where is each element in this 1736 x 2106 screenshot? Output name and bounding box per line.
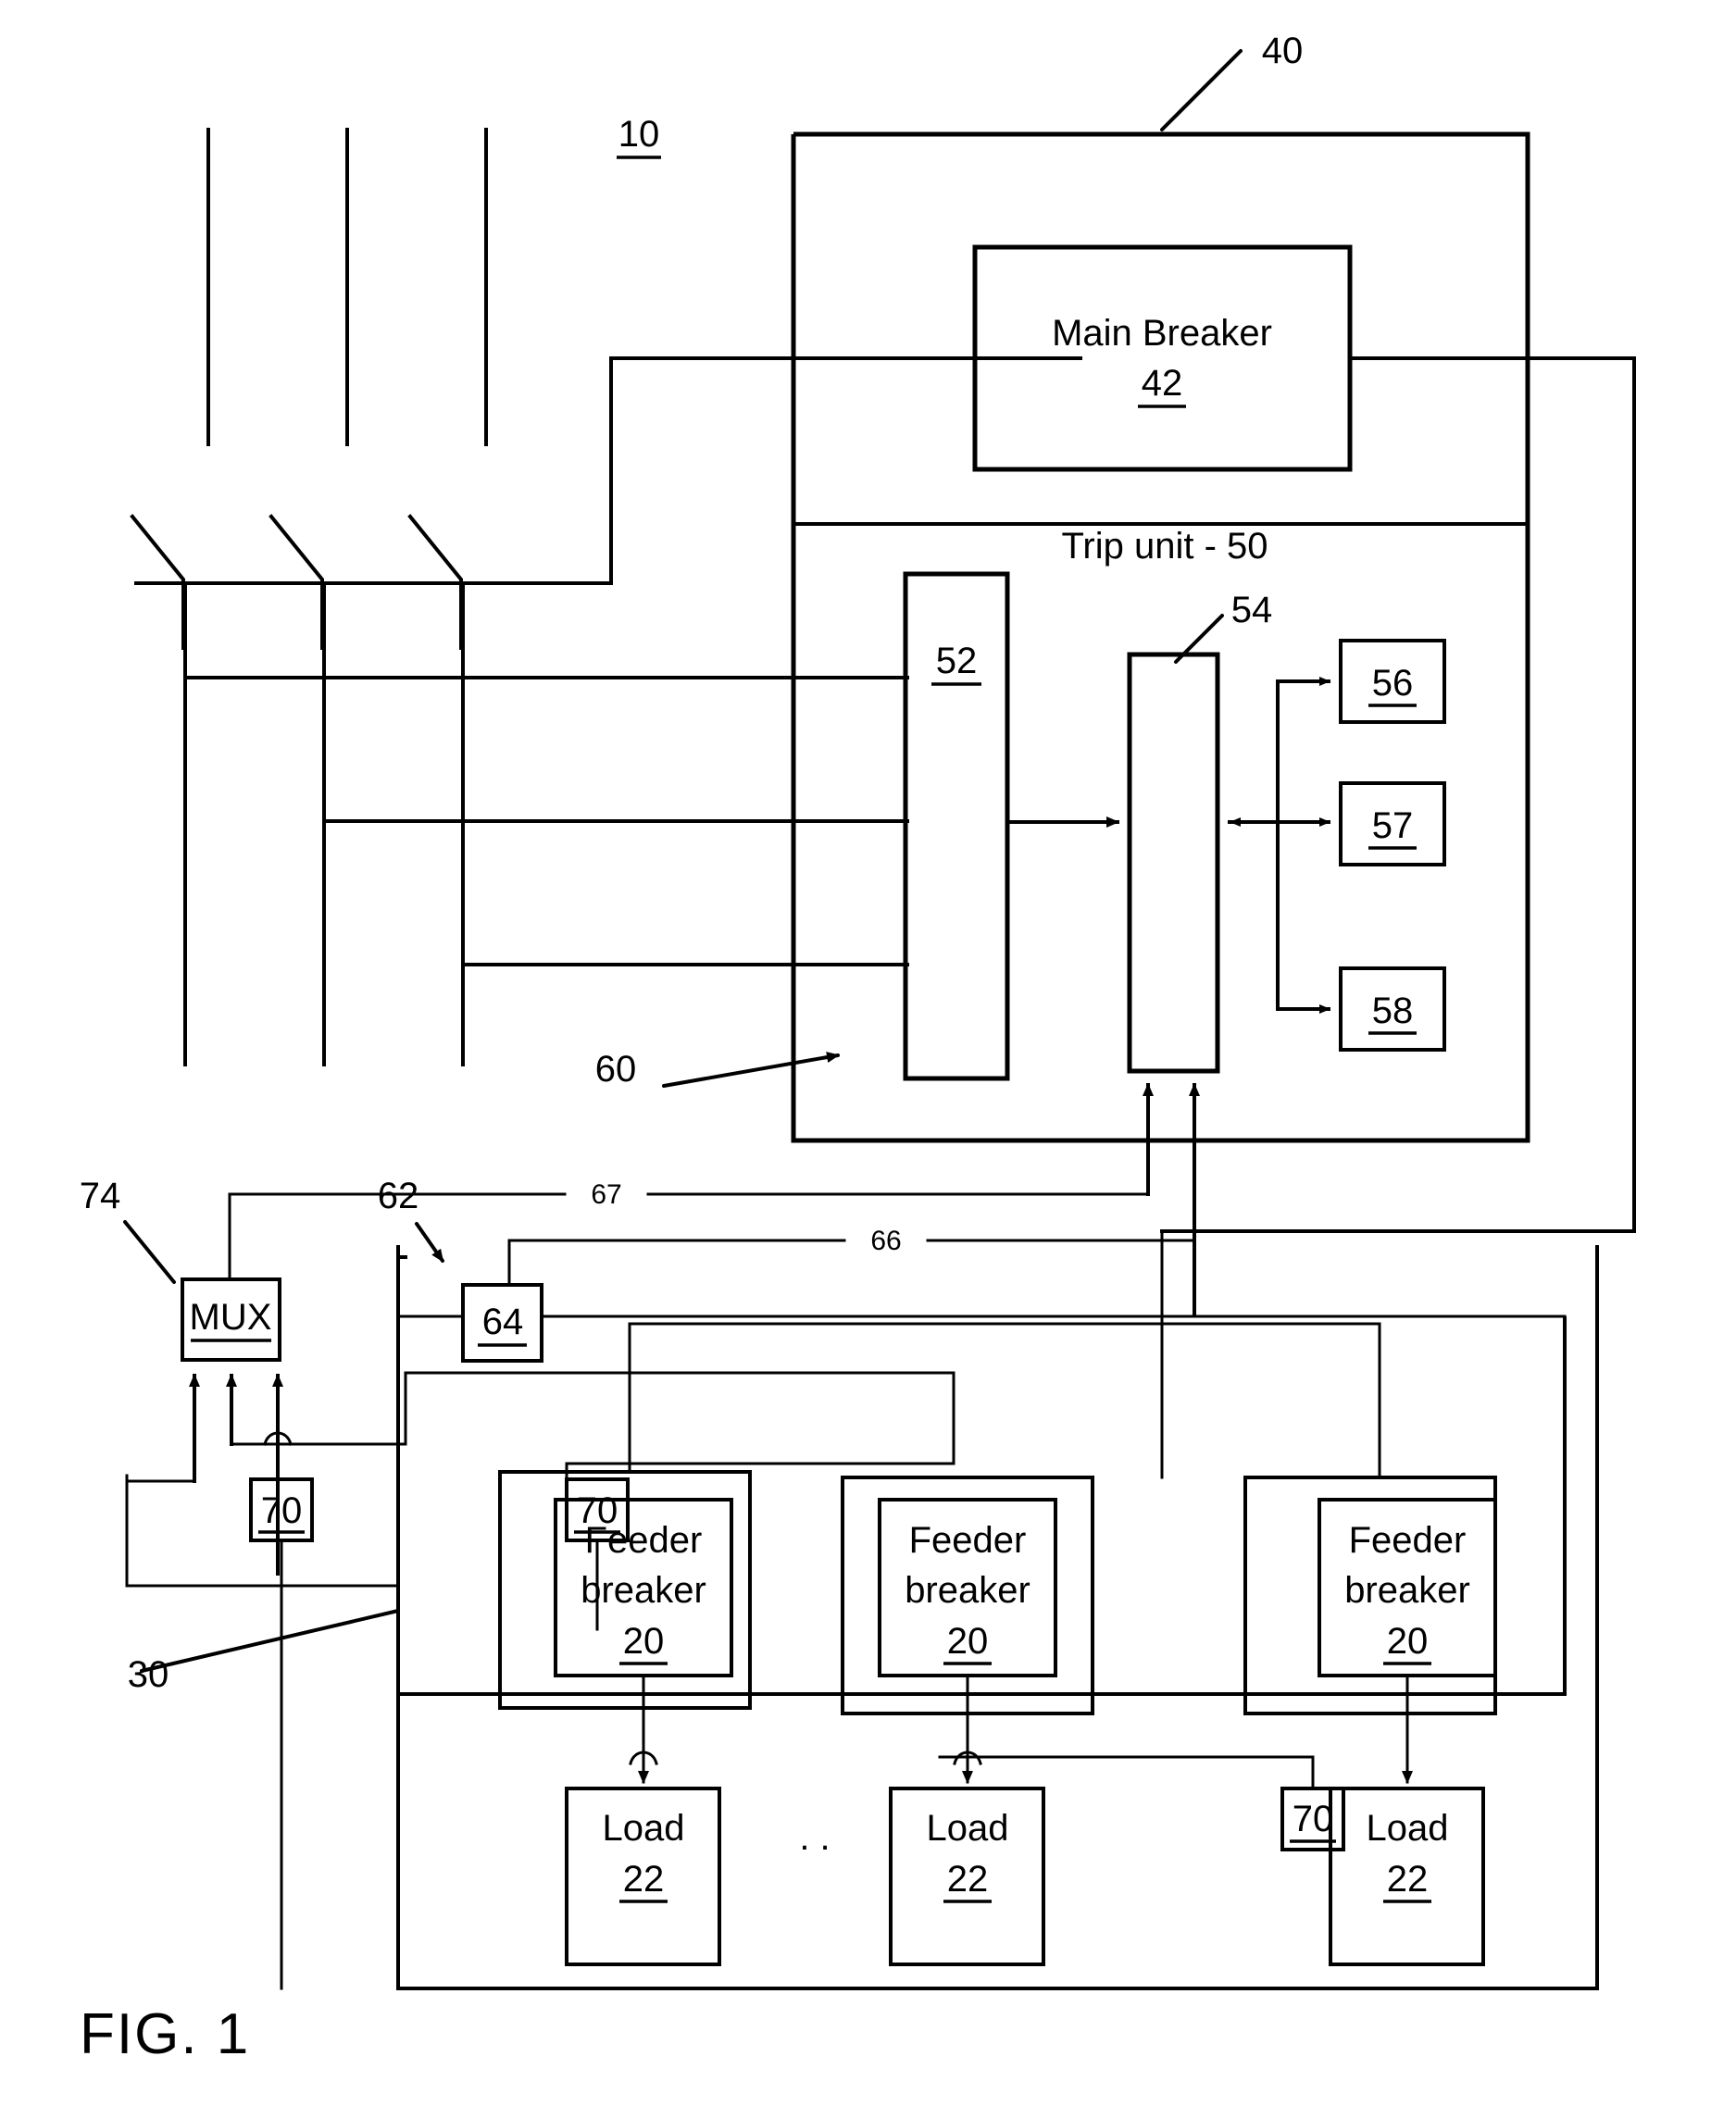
load-1-ref-group: 22	[619, 1859, 668, 1903]
network-bus-64-left	[396, 1315, 465, 1588]
leader-60	[662, 1052, 840, 1088]
block-52-ref: 52	[936, 641, 978, 681]
sensor-70c-ref-group: 70	[1290, 1799, 1336, 1843]
load-2-ref: 22	[947, 1859, 989, 1900]
feeder-breaker-2-line1: Feeder	[909, 1520, 1027, 1561]
arrow-54-to-58	[1276, 820, 1330, 1014]
feeder-breaker-1-ref-group: 20	[619, 1621, 668, 1665]
label-40: 40	[1262, 31, 1304, 71]
load-1-ref: 22	[623, 1859, 665, 1900]
block-52-ref-group: 52	[931, 641, 981, 686]
feeder-breaker-2-line2: breaker	[905, 1570, 1030, 1611]
main-breaker-output-bus	[1160, 356, 1636, 1233]
block-64-ref-group: 64	[478, 1302, 527, 1347]
block-64-ref: 64	[482, 1302, 524, 1342]
load-3-ref-group: 22	[1383, 1859, 1431, 1903]
figure-1-diagram: 40 10 Main Breaker 42 Trip unit - 50 52 …	[80, 31, 1636, 2066]
leader-40	[1160, 49, 1243, 131]
mux-label: MUX	[190, 1297, 272, 1338]
feeder-breaker-3-ref-group: 20	[1383, 1621, 1431, 1665]
block-57-ref-group: 57	[1368, 805, 1417, 850]
label-60: 60	[595, 1049, 637, 1090]
load-3-ref: 22	[1387, 1859, 1429, 1900]
feeder-breaker-3-ref: 20	[1387, 1621, 1429, 1662]
label-66: 66	[870, 1226, 901, 1256]
current-sensor-taps	[183, 676, 909, 966]
trip-unit-title: Trip unit - 50	[1061, 526, 1268, 567]
arrow-54-to-56	[1276, 677, 1330, 824]
load-1-title: Load	[603, 1808, 685, 1849]
feeder-breaker-1-line2: breaker	[581, 1570, 706, 1611]
block-54-box	[1127, 652, 1220, 1074]
feeder-breaker-2-ref: 20	[947, 1621, 989, 1662]
phase-conductors-lower	[183, 581, 465, 1066]
block-56-ref: 56	[1372, 663, 1414, 704]
leader-30	[140, 1609, 400, 1673]
sensor-70a-ref-group: 70	[258, 1490, 305, 1534]
load-ellipsis: . .	[799, 1817, 830, 1858]
load-2-ref-group: 22	[943, 1859, 992, 1903]
label-10: 10	[618, 114, 660, 155]
figure-caption: FIG. 1	[80, 2002, 250, 2066]
load-3-title: Load	[1367, 1808, 1449, 1849]
feeder-breaker-3-line1: Feeder	[1349, 1520, 1467, 1561]
block-58-ref: 58	[1372, 991, 1414, 1031]
sensor-70a-ref: 70	[261, 1490, 303, 1531]
label-54: 54	[1231, 590, 1273, 630]
block-56-ref-group: 56	[1368, 663, 1417, 707]
label-74: 74	[80, 1176, 121, 1216]
source-conductors-group	[206, 128, 488, 446]
label-30: 30	[128, 1654, 169, 1695]
block-57-ref: 57	[1372, 805, 1414, 846]
feeder-breaker-1-ref: 20	[623, 1621, 665, 1662]
label-10-group: 10	[617, 114, 661, 159]
sensor-70c-ref: 70	[1293, 1799, 1334, 1839]
main-breaker-ref-group: 42	[1138, 363, 1186, 408]
sensor-70b-feed	[565, 1371, 955, 1481]
load-2-title: Load	[927, 1808, 1009, 1849]
feeder-breaker-3-line2: breaker	[1344, 1570, 1470, 1611]
mux-feed-1	[125, 1474, 196, 1483]
label-67: 67	[591, 1179, 621, 1210]
label-62: 62	[378, 1176, 419, 1216]
main-breaker-title: Main Breaker	[1052, 313, 1272, 354]
incoming-feed-bus	[134, 356, 1082, 585]
feeder-breaker-1-line1: Feeder	[585, 1520, 703, 1561]
sensor-70c-feed	[938, 1755, 1315, 1790]
main-breaker-ref: 42	[1142, 363, 1183, 404]
mux-feed-2-up	[404, 1371, 955, 1446]
leader-62	[415, 1222, 444, 1263]
feeder-breaker-2-ref-group: 20	[943, 1621, 992, 1665]
line-66-left	[507, 1239, 846, 1287]
block-58-ref-group: 58	[1368, 991, 1417, 1035]
leader-74	[123, 1220, 176, 1284]
patent-figure: 40 10 Main Breaker 42 Trip unit - 50 52 …	[0, 0, 1736, 2106]
mux-ref-group: MUX	[190, 1297, 272, 1342]
